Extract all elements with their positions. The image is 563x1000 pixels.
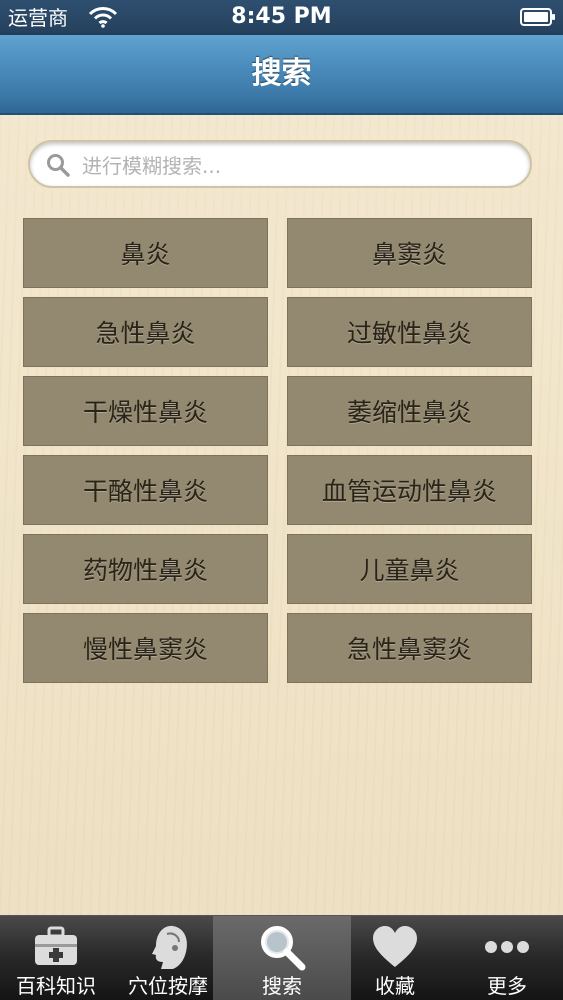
search-input[interactable] — [80, 148, 524, 184]
keyword-button[interactable]: 药物性鼻炎 — [23, 534, 268, 604]
keyword-button[interactable]: 鼻炎 — [23, 218, 268, 288]
tab-label: 百科知识 — [16, 974, 96, 998]
status-time: 8:45 PM — [231, 4, 332, 29]
tab-bar: 百科知识 穴位按摩 搜索 收藏 更多 — [0, 915, 563, 1000]
more-dots-icon — [485, 941, 529, 953]
tab-acupoint-massage[interactable]: 穴位按摩 — [112, 916, 224, 1000]
battery-icon — [520, 8, 555, 26]
keyword-button[interactable]: 过敏性鼻炎 — [287, 297, 532, 367]
tab-encyclopedia[interactable]: 百科知识 — [0, 916, 112, 1000]
medical-kit-icon — [35, 926, 77, 965]
tab-label: 搜索 — [262, 974, 302, 998]
keyword-button[interactable]: 干酪性鼻炎 — [23, 455, 268, 525]
keyword-button[interactable]: 急性鼻炎 — [23, 297, 268, 367]
keyword-button[interactable]: 鼻窦炎 — [287, 218, 532, 288]
tab-search[interactable]: 搜索 — [213, 916, 351, 1000]
search-icon — [261, 926, 306, 971]
keyword-button[interactable]: 萎缩性鼻炎 — [287, 376, 532, 446]
tab-more[interactable]: 更多 — [451, 916, 563, 1000]
heart-icon — [373, 926, 417, 967]
tab-favorites[interactable]: 收藏 — [339, 916, 451, 1000]
content-area: 鼻炎 鼻窦炎 急性鼻炎 过敏性鼻炎 干燥性鼻炎 萎缩性鼻炎 干酪性鼻炎 血管运动… — [0, 115, 563, 915]
search-icon — [47, 154, 70, 177]
tab-label: 穴位按摩 — [128, 974, 208, 998]
keyword-button[interactable]: 血管运动性鼻炎 — [287, 455, 532, 525]
keyword-button[interactable]: 儿童鼻炎 — [287, 534, 532, 604]
tab-label: 更多 — [487, 974, 527, 998]
page-title: 搜索 — [251, 56, 312, 91]
status-bar: 运营商 8:45 PM — [0, 0, 563, 35]
keyword-button[interactable]: 慢性鼻窦炎 — [23, 613, 268, 683]
tab-label: 收藏 — [375, 974, 415, 998]
head-profile-icon — [152, 925, 187, 969]
keyword-button[interactable]: 急性鼻窦炎 — [287, 613, 532, 683]
nav-bar: 搜索 — [0, 35, 563, 115]
search-bar[interactable] — [28, 140, 532, 188]
keyword-button[interactable]: 干燥性鼻炎 — [23, 376, 268, 446]
